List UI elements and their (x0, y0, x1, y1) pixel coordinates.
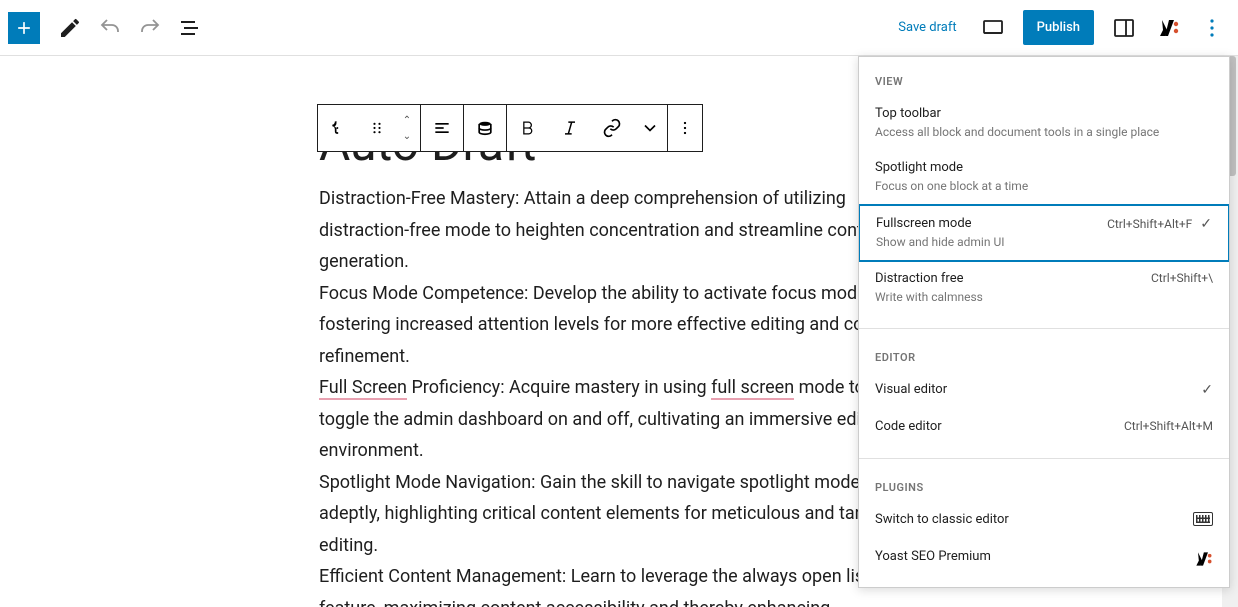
menu-item-top-toolbar[interactable]: Top toolbar Access all block and documen… (859, 96, 1229, 150)
document-overview-button[interactable] (172, 10, 208, 46)
menu-item-visual-editor[interactable]: Visual editor ✓ (859, 372, 1229, 409)
stack-button[interactable] (464, 105, 506, 151)
save-draft-button[interactable]: Save draft (888, 14, 966, 41)
topbar-right: Save draft Publish (888, 10, 1230, 46)
menu-item-classic-editor[interactable]: Switch to classic editor (859, 502, 1229, 539)
more-formatting-button[interactable] (633, 105, 667, 151)
block-mover[interactable]: ⌃ ⌄ (394, 105, 420, 151)
yoast-button[interactable] (1150, 10, 1186, 46)
preview-button[interactable] (975, 10, 1011, 46)
bold-button[interactable] (507, 105, 549, 151)
move-up-button[interactable]: ⌃ (394, 112, 420, 128)
keyboard-icon (1193, 512, 1213, 526)
publish-button[interactable]: Publish (1023, 10, 1094, 45)
topbar-left (8, 10, 208, 46)
menu-item-spotlight[interactable]: Spotlight mode Focus on one block at a t… (859, 150, 1229, 204)
yoast-icon (1193, 549, 1213, 569)
settings-sidebar-button[interactable] (1106, 10, 1142, 46)
menu-item-code-editor[interactable]: Code editor Ctrl+Shift+Alt+M (859, 409, 1229, 446)
block-toolbar: ⌃ ⌄ (317, 104, 703, 152)
add-block-button[interactable] (8, 12, 40, 44)
paragraph-block[interactable]: Distraction-Free Mastery: Attain a deep … (319, 183, 919, 607)
redo-button[interactable] (132, 10, 168, 46)
shortcut-text: Ctrl+Shift+\ (1151, 271, 1213, 285)
check-icon: ✓ (1201, 382, 1213, 398)
italic-button[interactable] (549, 105, 591, 151)
shortcut-text: Ctrl+Shift+Alt+M (1124, 419, 1213, 433)
options-dropdown: View Top toolbar Access all block and do… (858, 56, 1230, 588)
shortcut-text: Ctrl+Shift+Alt+F (1107, 217, 1192, 231)
menu-item-fullscreen[interactable]: Fullscreen mode Show and hide admin UI C… (858, 204, 1230, 262)
align-button[interactable] (421, 105, 463, 151)
menu-item-distraction-free[interactable]: Distraction free Write with calmness Ctr… (859, 261, 1229, 315)
move-down-button[interactable]: ⌄ (394, 128, 420, 144)
menu-section-view: View (859, 65, 1229, 96)
undo-button[interactable] (92, 10, 128, 46)
menu-section-editor: Editor (859, 341, 1229, 372)
more-options-button[interactable] (1194, 10, 1230, 46)
menu-section-plugins: Plugins (859, 471, 1229, 502)
editor-topbar: Save draft Publish (0, 0, 1238, 56)
menu-item-yoast-premium[interactable]: Yoast SEO Premium (859, 539, 1229, 579)
block-more-options-button[interactable] (668, 105, 702, 151)
check-icon: ✓ (1200, 216, 1212, 232)
block-type-button[interactable] (318, 105, 360, 151)
drag-handle-button[interactable] (360, 105, 394, 151)
tools-button[interactable] (52, 10, 88, 46)
link-button[interactable] (591, 105, 633, 151)
